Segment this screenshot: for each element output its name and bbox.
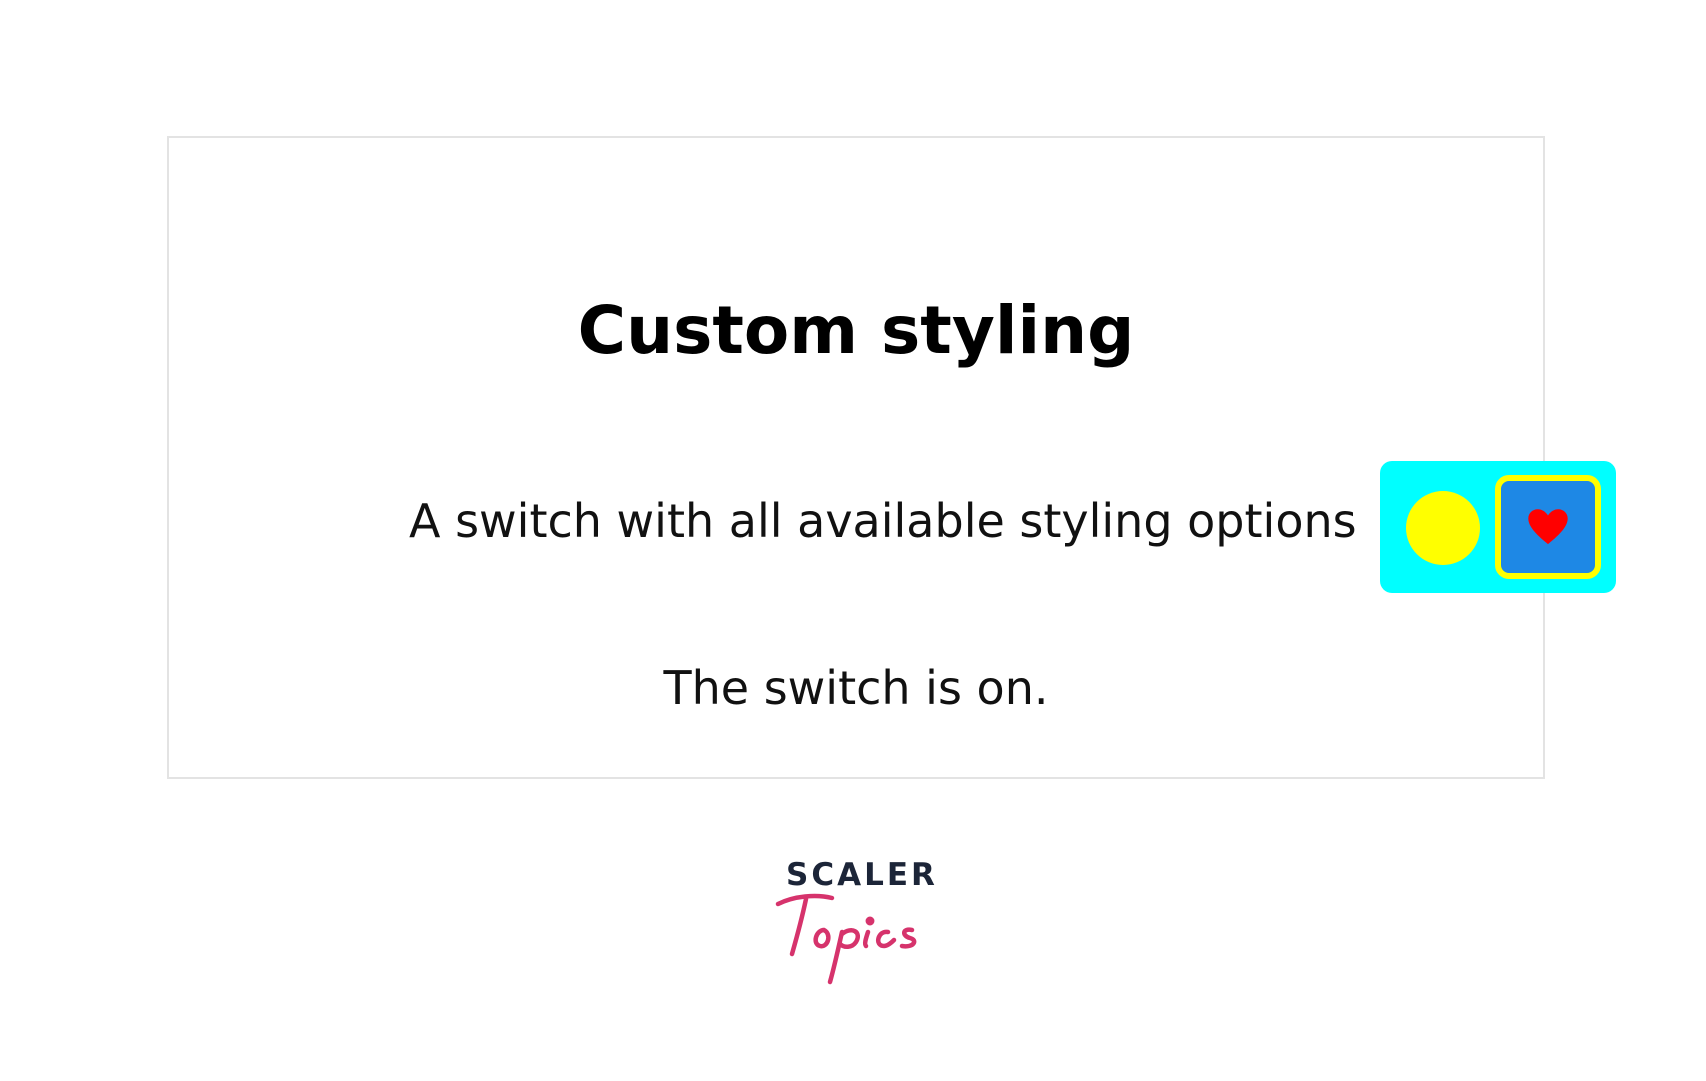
off-indicator-circle — [1406, 491, 1480, 565]
page-title: Custom styling — [577, 292, 1135, 369]
custom-switch[interactable] — [1380, 461, 1616, 593]
switch-label: A switch with all available styling opti… — [409, 494, 1357, 548]
heart-icon — [1528, 509, 1568, 545]
demo-card: Custom styling A switch with all availab… — [167, 136, 1616, 779]
logo-scaler-wordmark: SCALER — [786, 857, 938, 893]
scaler-topics-logo: SCALER — [772, 860, 935, 990]
logo-topics-script — [775, 893, 917, 985]
switch-status-text: The switch is on. — [663, 661, 1049, 715]
switch-thumb[interactable] — [1495, 475, 1601, 579]
